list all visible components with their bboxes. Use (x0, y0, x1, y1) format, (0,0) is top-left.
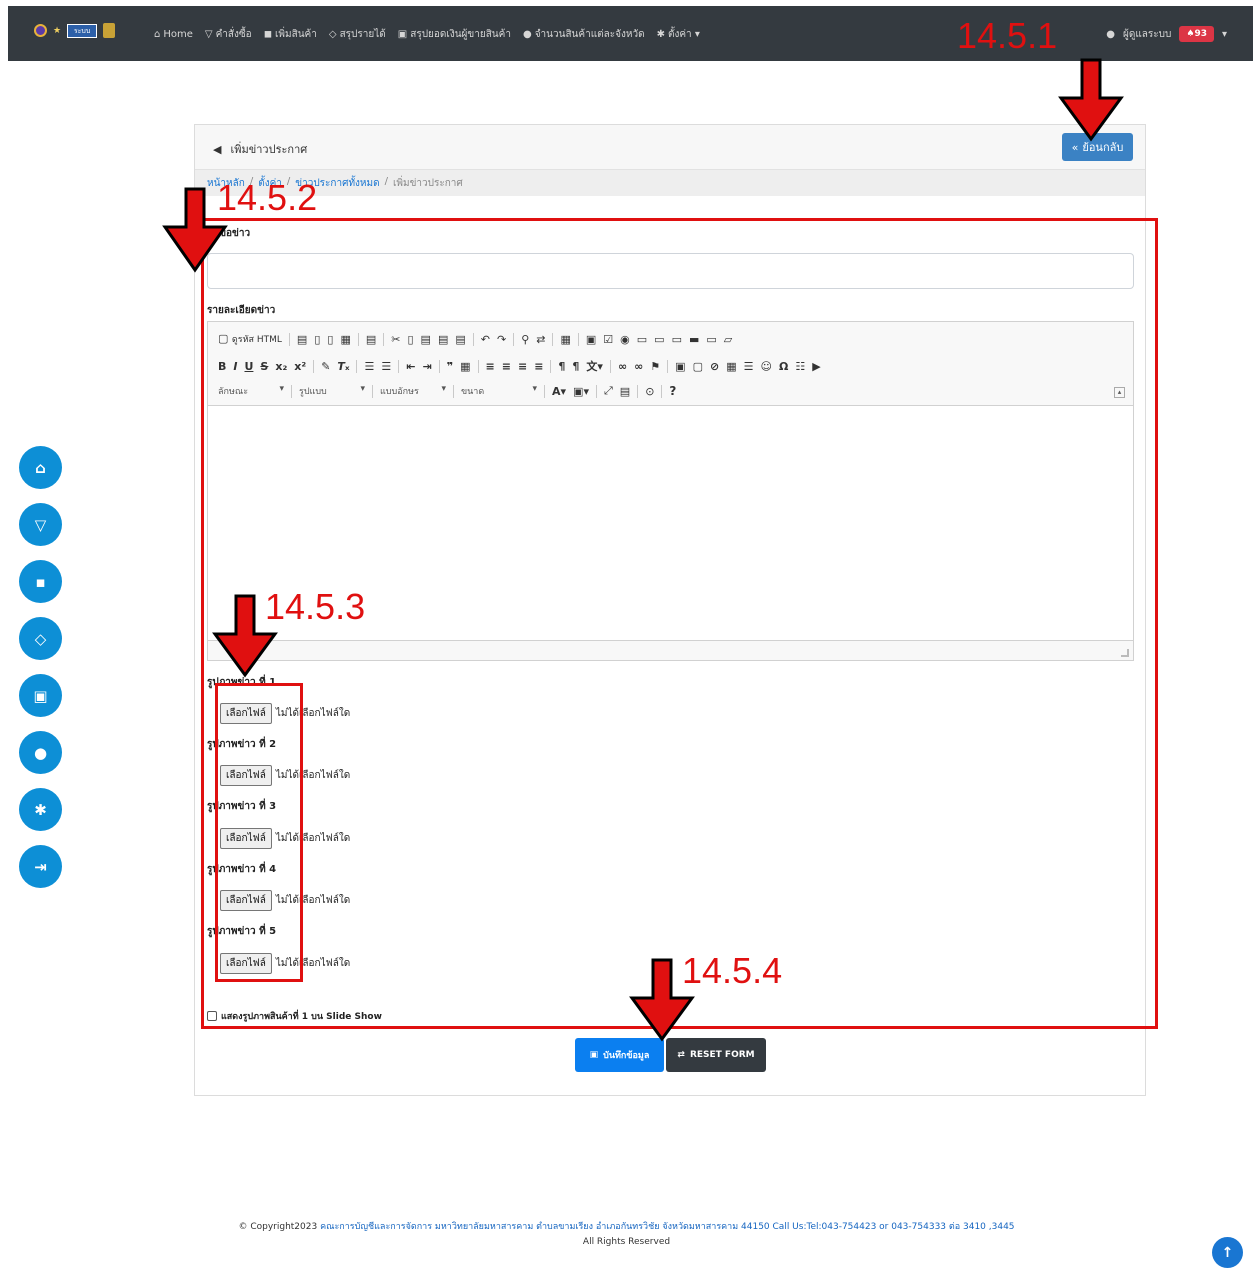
nav-add-product-label: เพิ่มสินค้า (275, 29, 317, 40)
scroll-to-top-button[interactable]: ↑ (1212, 1237, 1243, 1268)
nav-settings[interactable]: ✱ ตั้งค่า ▾ (657, 27, 700, 42)
annotation-label-3: 14.5.3 (265, 586, 366, 627)
arrow-up-icon: ↑ (1221, 1244, 1234, 1261)
annotation-label-4: 14.5.4 (682, 950, 783, 991)
reset-form-button[interactable]: ⇄ RESET FORM (666, 1038, 766, 1072)
double-chevron-left-icon: « (1071, 140, 1079, 154)
annotation-box-files (215, 683, 303, 982)
university-logo (34, 24, 47, 37)
breadcrumb-current: เพิ่มข่าวประกาศ (392, 178, 463, 189)
annotation-arrow-down-icon (212, 594, 278, 678)
floppy-icon: ▣ (589, 1050, 599, 1060)
user-name[interactable]: ผู้ดูแลระบบ (1123, 27, 1171, 42)
funnel-icon: ▽ (204, 29, 213, 40)
nav-orders[interactable]: ▽ คำสั่งซื้อ (205, 27, 252, 42)
nav-orders-label: คำสั่งซื้อ (215, 29, 252, 40)
seal-logo (103, 23, 116, 38)
notification-badge[interactable]: ♠93 (1179, 26, 1214, 42)
card-title-text: เพิ่มข่าวประกาศ (230, 143, 308, 156)
nav-province[interactable]: ● จำนวนสินค้าแต่ละจังหวัด (523, 27, 645, 42)
annotation-arrow-down-icon (629, 958, 695, 1042)
location-icon: ● (522, 29, 532, 40)
gear-icon: ✱ (656, 29, 665, 40)
home-icon: ⌂ (35, 458, 46, 477)
nav-income[interactable]: ◇ สรุปรายได้ (329, 27, 386, 42)
nav-income-label: สรุปรายได้ (339, 29, 386, 40)
nav-add-product[interactable]: ◼ เพิ่มสินค้า (264, 27, 317, 42)
footer-line-1: © Copyright2023 คณะการบัญชีและการจัดการ … (0, 1220, 1253, 1235)
side-settings-button[interactable]: ✱ (19, 788, 62, 831)
gear-icon: ✱ (34, 800, 47, 819)
side-logout-button[interactable]: ⇥ (19, 845, 62, 888)
save-button-label: บันทึกข้อมูล (603, 1051, 650, 1061)
annotation-label-2: 14.5.2 (217, 177, 318, 218)
card-header: ◀ เพิ่มข่าวประกาศ « ย้อนกลับ (195, 125, 1145, 170)
side-orders-button[interactable]: ▽ (19, 503, 62, 546)
nav-province-label: จำนวนสินค้าแต่ละจังหวัด (534, 29, 645, 40)
side-quick-nav: ⌂ ▽ ▪ ◇ ▣ ● ✱ ⇥ (19, 446, 62, 888)
bag-icon: ◼ (263, 29, 272, 40)
side-product-button[interactable]: ▪ (19, 560, 62, 603)
footer-rights: All Rights Reserved (582, 1237, 671, 1247)
money-icon: ▣ (397, 29, 408, 40)
side-home-button[interactable]: ⌂ (19, 446, 62, 489)
user-icon: ● (1106, 28, 1115, 40)
main-menu: ⌂ Home ▽ คำสั่งซื้อ ◼ เพิ่มสินค้า ◇ สรุปรายไ… (154, 27, 700, 42)
nav-settings-label: ตั้งค่า ▾ (667, 29, 700, 40)
side-location-button[interactable]: ● (19, 731, 62, 774)
side-money-button[interactable]: ▣ (19, 674, 62, 717)
breadcrumb-sep: / (384, 176, 388, 187)
annotation-arrow-down-icon (1058, 58, 1124, 142)
page-footer: © Copyright2023 คณะการบัญชีและการจัดการ … (0, 1220, 1253, 1250)
nav-seller-summary-label: สรุปยอดเงินผู้ขายสินค้า (410, 29, 511, 40)
reset-button-label: RESET FORM (689, 1050, 755, 1060)
cart-icon: ▽ (34, 515, 47, 534)
user-area: ● ผู้ดูแลระบบ ♠93 ▾ (1106, 26, 1227, 42)
card-title: ◀ เพิ่มข่าวประกาศ (213, 140, 307, 158)
top-navbar: ★ ระบบ ⌂ Home ▽ คำสั่งซื้อ ◼ เพิ่มสินค้า ◇ ส… (8, 6, 1253, 61)
nav-home[interactable]: ⌂ Home (154, 27, 193, 42)
nav-seller-summary[interactable]: ▣ สรุปยอดเงินผู้ขายสินค้า (398, 27, 511, 42)
chevron-down-icon[interactable]: ▾ (1222, 29, 1227, 40)
nav-home-label: Home (163, 29, 193, 40)
location-icon: ● (33, 743, 48, 762)
save-button[interactable]: ▣ บันทึกข้อมูล (575, 1038, 664, 1072)
annotation-label-1: 14.5.1 (957, 15, 1058, 56)
footer-org-link[interactable]: คณะการบัญชีและการจัดการ มหาวิทยาลัยมหาสา… (320, 1222, 1014, 1232)
footer-copyright: © Copyright2023 (238, 1222, 318, 1232)
gem-icon: ◇ (328, 29, 337, 40)
system-logo: ระบบ (67, 23, 98, 38)
gem-icon: ◇ (34, 629, 47, 648)
sync-icon: ⇄ (677, 1050, 685, 1060)
home-icon: ⌂ (154, 29, 161, 40)
side-income-button[interactable]: ◇ (19, 617, 62, 660)
faculty-logo: ★ (53, 25, 62, 36)
logout-icon: ⇥ (34, 857, 47, 876)
bag-icon: ▪ (35, 572, 46, 591)
megaphone-icon: ◀ (213, 142, 222, 156)
money-icon: ▣ (33, 686, 48, 705)
brand-logos[interactable]: ★ ระบบ (34, 23, 116, 38)
annotation-arrow-down-icon (162, 187, 228, 273)
